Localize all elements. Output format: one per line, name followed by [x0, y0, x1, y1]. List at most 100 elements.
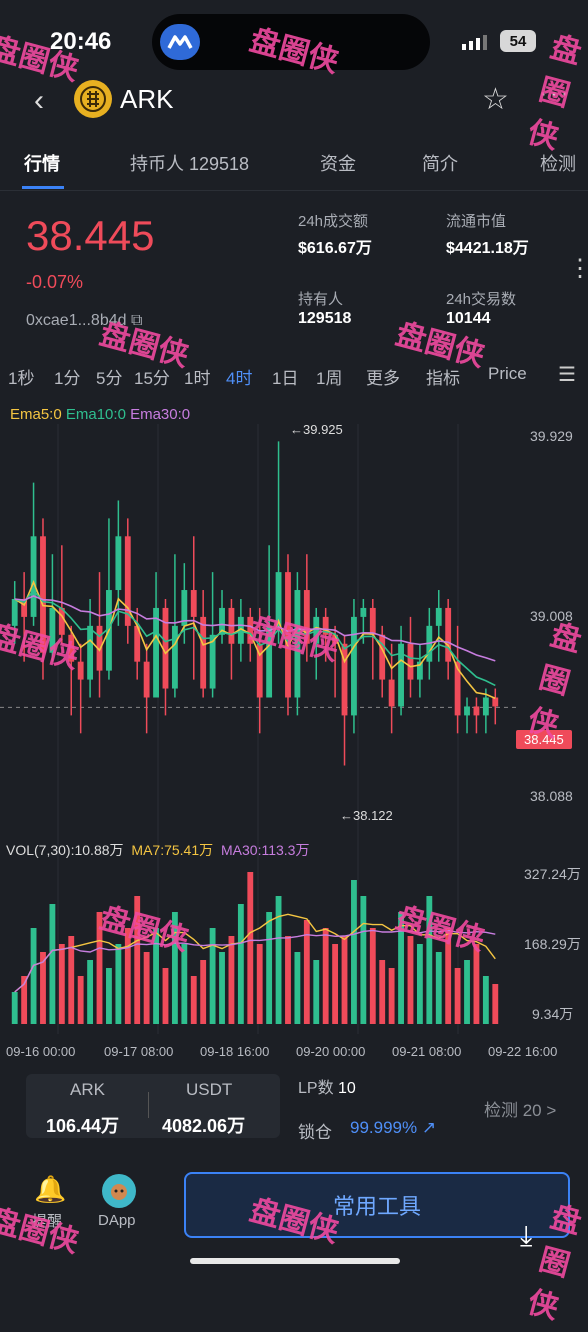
vol-ma7-label: MA7:75.41万 — [131, 842, 214, 858]
price-toggle[interactable]: Price — [488, 364, 527, 384]
top-bar: ‹ ARK ☆ ··· — [0, 76, 588, 122]
volume-bar — [143, 952, 150, 1024]
back-icon[interactable]: ‹ — [34, 84, 44, 118]
dapp-icon[interactable] — [102, 1174, 136, 1208]
battery-icon: 54 — [500, 30, 536, 52]
chart-settings-icon[interactable]: ☰ — [558, 362, 576, 387]
x-label-3: 09-20 00:00 — [296, 1044, 366, 1059]
ema30-label: Ema30:0 — [130, 406, 191, 423]
volume-bar — [58, 944, 65, 1024]
volume-bar — [379, 960, 386, 1024]
interval-bar: 1秒 1分 5分 15分 1时 4时 1日 1周 更多 指标 Price ☰ — [0, 360, 588, 392]
price-chart[interactable] — [0, 424, 588, 1074]
volume-bar — [256, 944, 263, 1024]
ema-legend: Ema5:0 Ema10:0 Ema30:0 — [10, 406, 190, 423]
token-a-label: ARK — [70, 1080, 105, 1099]
interval-1h[interactable]: 1时 — [184, 364, 210, 389]
volume-bar — [360, 896, 367, 1024]
home-indicator — [190, 1258, 400, 1264]
stat-value-holders: 129518 — [298, 310, 352, 327]
volume-bar — [351, 880, 357, 1024]
volume-bar — [11, 992, 18, 1024]
x-label-5: 09-22 16:00 — [488, 1044, 558, 1059]
tab-market[interactable]: 行情 — [24, 150, 60, 176]
vol-label: VOL(7,30):10.88万 — [6, 842, 124, 858]
interval-1s[interactable]: 1秒 — [8, 364, 34, 389]
volume-bar — [388, 968, 395, 1024]
token-b-label: USDT — [186, 1080, 233, 1099]
x-label-2: 09-18 16:00 — [200, 1044, 270, 1059]
interval-1w[interactable]: 1周 — [316, 364, 342, 389]
high-marker: ←39.925 — [290, 422, 343, 437]
volume-bar — [237, 904, 244, 1024]
volume-bar — [30, 928, 37, 1024]
volume-bar — [454, 968, 461, 1024]
volume-axis-low: 9.34万 — [532, 1006, 574, 1022]
candle-body — [464, 706, 470, 716]
volume-bar — [369, 928, 376, 1024]
price-axis-top: 39.929 — [530, 428, 573, 444]
price-axis-low: 38.088 — [530, 788, 573, 804]
volume-bar — [332, 944, 339, 1024]
volume-bar — [200, 960, 207, 1024]
volume-bar — [49, 904, 56, 1024]
candle-body — [190, 590, 197, 617]
tab-bar: 行情 持币人 129518 资金 简介 检测 — [0, 144, 588, 191]
interval-1m[interactable]: 1分 — [54, 364, 80, 389]
current-price: 38.445 — [26, 212, 155, 259]
candle-body — [77, 661, 84, 680]
stat-value-volume: $616.67万 — [298, 240, 372, 257]
volume-bar — [162, 968, 169, 1024]
volume-bar — [190, 976, 197, 1024]
volume-bar — [106, 968, 112, 1024]
interval-1d[interactable]: 1日 — [272, 364, 298, 389]
volume-bar — [219, 952, 225, 1024]
token-b-value: 4082.06万 — [162, 1116, 246, 1136]
candle-body — [171, 625, 178, 689]
stat-label-txcount: 24h交易数 — [446, 291, 517, 308]
volume-bar — [294, 952, 301, 1024]
volume-legend: VOL(7,30):10.88万 MA7:75.41万 MA30:113.3万 — [6, 840, 309, 860]
volume-bar — [275, 896, 282, 1024]
interval-more[interactable]: 更多 — [366, 364, 400, 389]
liquidity-divider — [148, 1092, 149, 1118]
coin-logo — [74, 80, 112, 118]
candle-body — [369, 607, 376, 635]
candle-body — [351, 616, 357, 716]
ema5-label: Ema5:0 — [10, 406, 62, 423]
lp-label: LP数 — [298, 1080, 334, 1097]
x-label-0: 09-16 00:00 — [6, 1044, 76, 1059]
lock-value: 99.999% — [350, 1118, 418, 1137]
lp-count: LP数 10 — [298, 1074, 356, 1098]
interval-4h[interactable]: 4时 — [226, 364, 252, 389]
dapp-label[interactable]: DApp — [98, 1212, 136, 1229]
interval-5m[interactable]: 5分 — [96, 364, 122, 389]
volume-bar — [87, 960, 94, 1024]
star-icon[interactable]: ☆ — [482, 82, 509, 117]
volume-bar — [115, 944, 122, 1024]
candle-body — [115, 536, 122, 591]
stat-value-marketcap: $4421.18万 — [446, 240, 529, 257]
tab-active-indicator — [22, 186, 64, 189]
price-change: -0.07% — [26, 272, 84, 292]
vol-ma30-label: MA30:113.3万 — [221, 842, 310, 858]
volume-bar — [247, 872, 254, 1024]
candle-body — [388, 679, 395, 707]
x-label-4: 09-21 08:00 — [392, 1044, 462, 1059]
lock-value-link[interactable]: 99.999% ↗ — [350, 1118, 436, 1138]
tab-funds[interactable]: 资金 — [320, 150, 356, 176]
stat-label-holders: 持有人 — [298, 291, 344, 308]
detect-link[interactable]: 检测 20 > — [484, 1096, 556, 1121]
bell-icon[interactable]: 🔔 — [34, 1174, 66, 1205]
volume-bar — [266, 912, 273, 1024]
tab-intro[interactable]: 简介 — [422, 150, 458, 176]
volume-bar — [285, 936, 291, 1024]
kebab-menu-icon[interactable]: ⋮ — [568, 254, 588, 283]
volume-bar — [341, 936, 348, 1024]
candle-body — [435, 607, 442, 626]
tab-holders[interactable]: 持币人 129518 — [130, 150, 249, 176]
volume-bar — [322, 928, 329, 1024]
volume-bar — [492, 984, 499, 1024]
common-tools-button[interactable]: 常用工具 — [184, 1172, 570, 1238]
external-link-icon[interactable]: ↗ — [422, 1118, 436, 1137]
